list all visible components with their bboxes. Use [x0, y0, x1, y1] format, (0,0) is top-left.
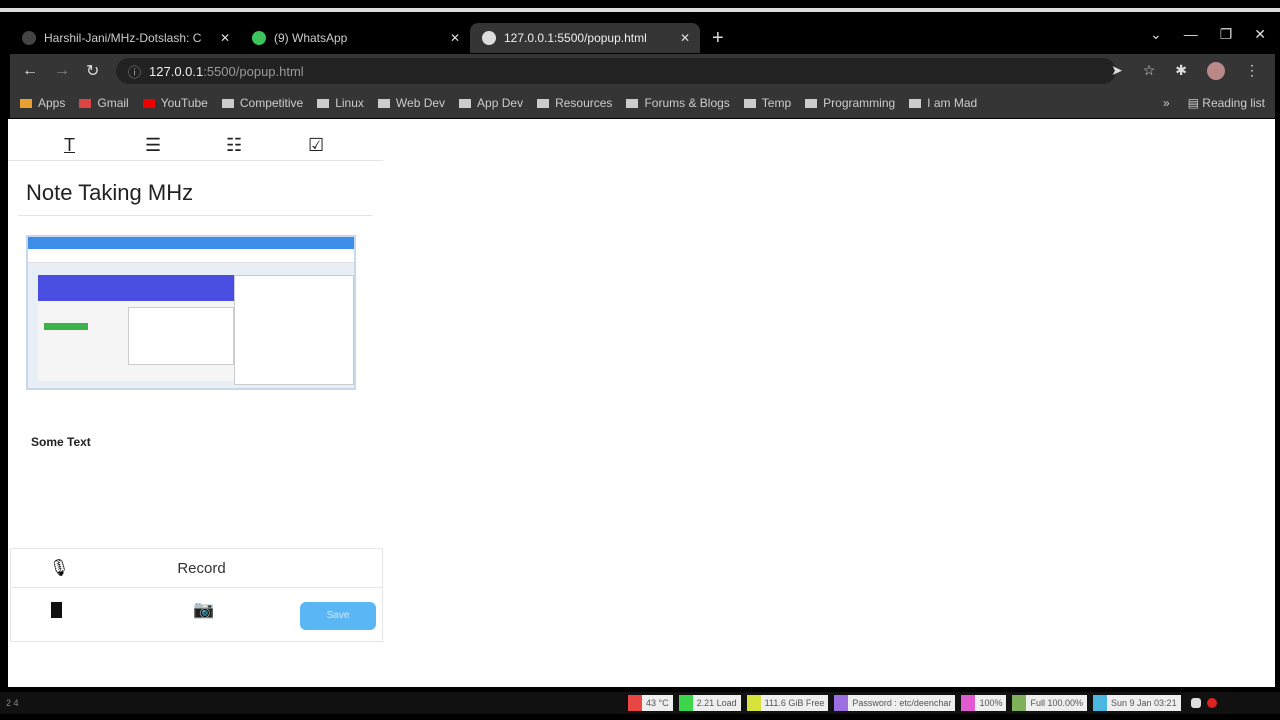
add-photo-icon[interactable]: 📷	[193, 600, 214, 620]
tab-github[interactable]: Harshil-Jani/MHz-Dotslash: C ✕	[10, 23, 240, 53]
note-image[interactable]	[26, 235, 356, 390]
url-path: :5500/popup.html	[203, 63, 304, 79]
folder-icon	[221, 99, 234, 109]
folder-icon	[626, 99, 639, 109]
bookmark-youtube[interactable]: YouTube	[142, 96, 208, 110]
tab-label: Harshil-Jani/MHz-Dotslash: C	[44, 31, 202, 45]
note-textarea[interactable]: Some Text	[31, 435, 91, 449]
page-title: Note Taking MHz	[26, 180, 194, 205]
tray-icon[interactable]	[1206, 698, 1217, 708]
maximize-button[interactable]: ❐	[1220, 26, 1233, 43]
bookmark-folder[interactable]: Programming	[805, 96, 895, 110]
avatar[interactable]	[1207, 62, 1225, 80]
close-window-button[interactable]: ✕	[1254, 26, 1266, 43]
reading-list-button[interactable]: » ▤ Reading list	[1163, 96, 1265, 110]
menu-icon[interactable]: ⋮	[1245, 62, 1259, 80]
window-border	[0, 8, 1280, 12]
record-button[interactable]: 🎙 Record	[10, 548, 383, 588]
divider	[18, 215, 373, 216]
github-icon	[22, 31, 36, 45]
gmail-icon	[79, 99, 92, 109]
bookmark-folder[interactable]: Web Dev	[377, 96, 445, 110]
bookmark-icon[interactable]	[51, 602, 62, 618]
close-icon[interactable]: ✕	[450, 31, 460, 45]
save-button[interactable]: Save	[300, 602, 376, 630]
close-icon[interactable]: ✕	[220, 31, 230, 45]
minimize-button[interactable]: —	[1184, 26, 1198, 43]
bookmark-folder[interactable]: Temp	[743, 96, 791, 110]
tab-strip: Harshil-Jani/MHz-Dotslash: C ✕ (9) WhatsA…	[10, 22, 1275, 54]
tray-icon[interactable]	[1190, 698, 1201, 708]
url-host: 127.0.0.1	[149, 63, 204, 79]
extensions-icon[interactable]: ✱	[1175, 62, 1187, 80]
tab-popup[interactable]: 127.0.0.1:5500/popup.html ✕	[470, 23, 700, 53]
folder-icon	[537, 99, 550, 109]
globe-icon	[482, 31, 496, 45]
microphone-icon: 🎙	[49, 560, 70, 577]
record-label: Record	[177, 559, 226, 577]
divider	[8, 160, 383, 161]
new-tab-button[interactable]: +	[712, 27, 724, 50]
bulleted-list-icon[interactable]: ☰	[145, 135, 161, 156]
whatsapp-icon	[252, 31, 266, 45]
folder-icon	[805, 99, 818, 109]
folder-icon	[909, 99, 922, 109]
reading-list-icon: ▤	[1187, 96, 1203, 110]
bookmark-folder[interactable]: I am Mad	[909, 96, 977, 110]
status-disk: 111.6 GiB Free	[746, 695, 829, 711]
status-temp: 43 °C	[628, 695, 673, 711]
youtube-icon	[142, 99, 155, 109]
workspace-indicator[interactable]: 2 4	[6, 698, 628, 708]
bookmark-folder[interactable]: Competitive	[221, 96, 303, 110]
status-clock: Sun 9 Jan 03:21	[1093, 695, 1181, 711]
tab-label: 127.0.0.1:5500/popup.html	[504, 31, 647, 45]
status-load: 2.21 Load	[678, 695, 741, 711]
browser-toolbar: ← → ↻ ⓘ 127.0.0.1:5500/popup.html ➤ ☆ ✱ ⋮	[10, 54, 1275, 88]
folder-icon	[317, 99, 330, 109]
folder-icon	[377, 99, 390, 109]
folder-icon	[459, 99, 472, 109]
checkbox-icon[interactable]: ☑	[308, 135, 324, 156]
bookmark-apps[interactable]: Apps	[20, 96, 65, 110]
bookmarks-bar: Apps Gmail YouTube Competitive Linux Web…	[10, 88, 1275, 118]
bookmark-folder[interactable]: App Dev	[459, 96, 523, 110]
bookmark-gmail[interactable]: Gmail	[79, 96, 129, 110]
overflow-icon[interactable]: »	[1163, 96, 1170, 110]
bookmark-folder[interactable]: Linux	[317, 96, 364, 110]
popup-page: T ☰ ☷ ☑ Note Taking MHz Some Text 🎙 Reco…	[8, 119, 1275, 687]
text-format-icon[interactable]: T	[64, 135, 75, 156]
status-volume: 100%	[961, 695, 1007, 711]
address-bar[interactable]: ⓘ 127.0.0.1:5500/popup.html	[116, 58, 1116, 84]
tab-search-icon[interactable]: ⌄	[1150, 26, 1162, 43]
system-statusbar: 2 4 43 °C 2.21 Load 111.6 GiB Free Passw…	[0, 692, 1280, 714]
bookmark-folder[interactable]: Resources	[537, 96, 612, 110]
bookmark-folder[interactable]: Forums & Blogs	[626, 96, 730, 110]
tab-whatsapp[interactable]: (9) WhatsApp ✕	[240, 23, 470, 53]
tab-label: (9) WhatsApp	[274, 31, 348, 45]
status-password: Password : etc/deenchar	[834, 695, 956, 711]
star-icon[interactable]: ☆	[1143, 62, 1156, 80]
numbered-list-icon[interactable]: ☷	[226, 135, 242, 156]
reload-button[interactable]: ↻	[86, 61, 106, 81]
forward-button[interactable]: →	[54, 62, 74, 80]
folder-icon	[743, 99, 756, 109]
status-battery: Full 100.00%	[1012, 695, 1088, 711]
info-icon: ⓘ	[128, 64, 142, 80]
send-icon[interactable]: ➤	[1111, 62, 1123, 80]
close-icon[interactable]: ✕	[680, 31, 690, 45]
back-button[interactable]: ←	[22, 62, 42, 80]
apps-icon	[20, 99, 32, 109]
